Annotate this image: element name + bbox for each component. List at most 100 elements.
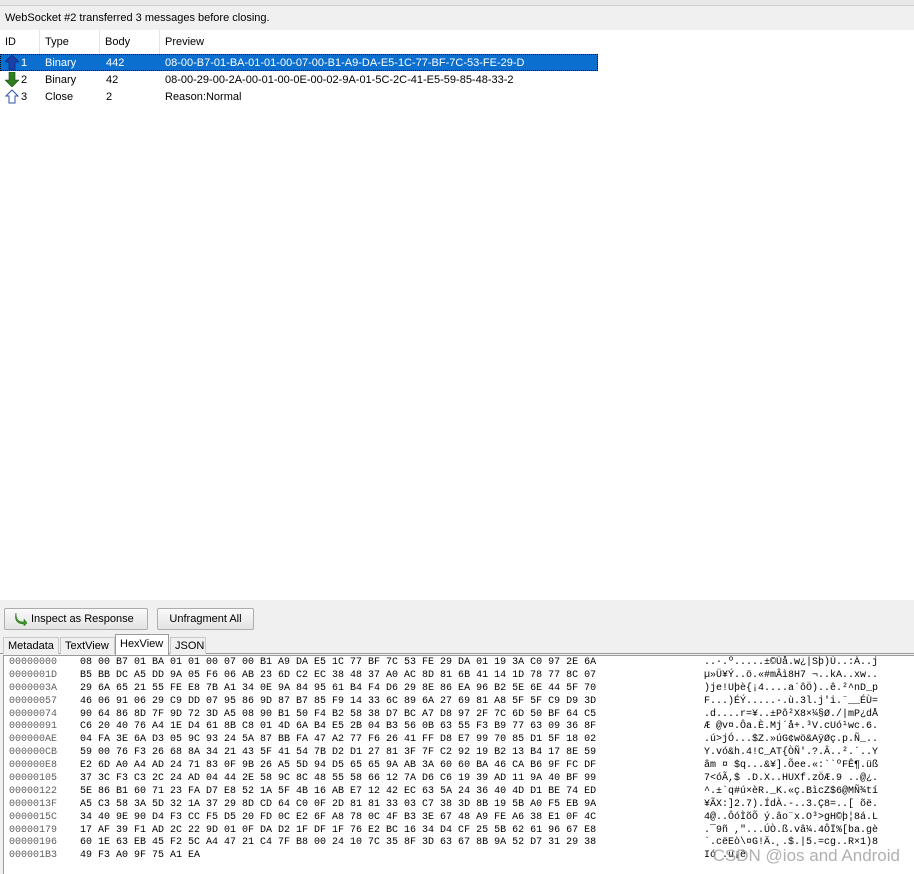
- hex-offset: 00000122: [9, 785, 58, 797]
- hex-row: 000000AE 04 FA 3E 6A D3 05 9C 93 24 5A 87…: [4, 733, 914, 746]
- message-preview: Reason:Normal: [165, 91, 242, 103]
- column-header-type[interactable]: Type: [40, 30, 100, 54]
- hex-offset: 000000E8: [9, 760, 58, 772]
- table-row[interactable]: 1 Binary 442 08-00-B7-01-BA-01-01-00-07-…: [0, 54, 598, 71]
- hex-ascii: .d....r=¥..±Pô²X8×¼§Ø./|mP¿dÅ: [704, 708, 879, 720]
- hex-offset: 00000105: [9, 773, 58, 785]
- hex-row: 00000122 5E 86 B1 60 71 23 FA D7 E8 52 1A…: [4, 785, 914, 798]
- inspect-as-response-button[interactable]: Inspect as Response: [4, 608, 148, 630]
- hex-view[interactable]: 00000000 08 00 B7 01 BA 01 01 00 07 00 B1…: [3, 655, 914, 874]
- message-body-size: 2: [106, 91, 113, 103]
- hex-row: 00000074 90 64 86 8D 7F 9D 72 3D A5 08 90…: [4, 708, 914, 721]
- hex-bytes: 59 00 76 F3 26 68 8A 34 21 43 5F 41 54 7…: [80, 747, 597, 759]
- unfragment-all-button[interactable]: Unfragment All: [157, 608, 254, 630]
- hex-offset: 000001B3: [9, 850, 58, 862]
- tab-metadata[interactable]: Metadata: [3, 637, 59, 654]
- messages-table: ID Type Body Preview 1 Binary 442 08-00-…: [0, 30, 598, 105]
- inspect-button-label: Inspect as Response: [31, 613, 134, 625]
- hex-bytes: 5E 86 B1 60 71 23 FA D7 E8 52 1A 5F 4B 1…: [80, 785, 597, 797]
- hex-bytes: 08 00 B7 01 BA 01 01 00 07 00 B1 A9 DA E…: [80, 657, 597, 668]
- column-header-id[interactable]: ID: [0, 30, 40, 54]
- hex-offset: 0000003A: [9, 682, 58, 694]
- message-id: 1: [21, 57, 28, 69]
- message-type: Binary: [45, 74, 77, 86]
- message-preview: 08-00-29-00-2A-00-01-00-0E-00-02-9A-01-5…: [165, 74, 514, 86]
- hex-ascii: .ú>jÓ...$Z.»úG¢wö&AÿØç.p.Ñ_..: [704, 734, 879, 746]
- hex-bytes: C6 20 40 76 A4 1E D4 61 8B C8 01 4D 6A B…: [80, 721, 597, 733]
- hex-bytes: 49 F3 A0 9F 75 A1 EA: [80, 850, 201, 862]
- hex-ascii: 4@..ÔóÌõÕ ý.âo¨x.O³>gH©þ¦8á.L: [704, 811, 879, 823]
- inspect-arrow-icon: [15, 612, 27, 626]
- messages-panel: ID Type Body Preview 1 Binary 442 08-00-…: [0, 30, 914, 600]
- hex-row: 00000000 08 00 B7 01 BA 01 01 00 07 00 B1…: [4, 656, 914, 669]
- hex-row: 00000179 17 AF 39 F1 AD 2C 22 9D 01 0F DA…: [4, 824, 914, 837]
- tab-hexview[interactable]: HexView: [115, 634, 169, 655]
- watermark: CSDN @ios and Android: [712, 846, 900, 865]
- hex-ascii: Æ @v¤.Ôa.È.Mj´å+.³V.cUó¹wc.6.: [704, 721, 879, 733]
- hex-ascii: ¥ÃX:]2.7).ÍdÀ.-..3.Ç8=..[ õë.: [704, 798, 879, 810]
- hex-row: 00000057 46 06 91 06 29 C9 DD 07 95 86 9D…: [4, 695, 914, 708]
- info-bar: WebSocket #2 transferred 3 messages befo…: [0, 6, 914, 30]
- message-body-size: 42: [106, 74, 119, 86]
- hex-bytes: 29 6A 65 21 55 FE E8 7B A1 34 0E 9A 84 9…: [80, 682, 597, 694]
- down-arrow-icon: [5, 72, 19, 87]
- close-arrow-icon: [5, 89, 19, 104]
- hex-row: 00000091 C6 20 40 76 A4 1E D4 61 8B C8 01…: [4, 720, 914, 733]
- hex-offset: 0000013F: [9, 798, 58, 810]
- hex-bytes: 34 40 9E 90 D4 F3 CC F5 D5 20 FD 0C E2 6…: [80, 811, 597, 823]
- tab-textview[interactable]: TextView: [60, 637, 115, 654]
- action-bar: Inspect as Response Unfragment All: [0, 604, 914, 634]
- hex-offset: 00000196: [9, 837, 58, 849]
- hex-bytes: 60 1E 63 EB 45 F2 5C A4 47 21 C4 7F B8 0…: [80, 837, 597, 849]
- hex-offset: 00000057: [9, 695, 58, 707]
- column-header-body[interactable]: Body: [100, 30, 160, 54]
- hex-offset: 00000000: [9, 657, 58, 668]
- hex-bytes: 90 64 86 8D 7F 9D 72 3D A5 08 90 B1 50 F…: [80, 708, 597, 720]
- message-id: 3: [21, 91, 28, 103]
- hex-bytes: 46 06 91 06 29 C9 DD 07 95 86 9D 87 B7 8…: [80, 695, 597, 707]
- hex-row: 0000015C 34 40 9E 90 D4 F3 CC F5 D5 20 FD…: [4, 811, 914, 824]
- hex-bytes: 04 FA 3E 6A D3 05 9C 93 24 5A 87 BB FA 4…: [80, 734, 597, 746]
- hex-bytes: 17 AF 39 F1 AD 2C 22 9D 01 0F DA D2 1F D…: [80, 824, 597, 836]
- unfragment-button-label: Unfragment All: [169, 613, 242, 625]
- message-preview: 08-00-B7-01-BA-01-01-00-07-00-B1-A9-DA-E…: [165, 57, 525, 69]
- hex-ascii: ..·.º.....±©Úå.w¿|Sþ)Ú..:À..j: [704, 657, 879, 668]
- hex-row: 000000CB 59 00 76 F3 26 68 8A 34 21 43 5F…: [4, 746, 914, 759]
- hex-offset: 0000001D: [9, 669, 58, 681]
- hex-ascii: )je!Uþè{¡4....a´ôÖ)..ê.²^nD_p: [704, 682, 879, 694]
- info-text: WebSocket #2 transferred 3 messages befo…: [5, 12, 270, 24]
- hex-bytes: A5 C3 58 3A 5D 32 1A 37 29 8D CD 64 C0 0…: [80, 798, 597, 810]
- column-header-preview[interactable]: Preview: [160, 30, 598, 54]
- hex-offset: 0000015C: [9, 811, 58, 823]
- hex-row: 00000105 37 3C F3 C3 2C 24 AD 04 44 2E 58…: [4, 772, 914, 785]
- hex-offset: 000000AE: [9, 734, 58, 746]
- hex-ascii: F...)ÉÝ.....·.ù.3l.j'i.¨__ÉÙ=: [704, 695, 879, 707]
- message-type: Close: [45, 91, 74, 103]
- hex-ascii: 7<óÃ,$ .D.X..HUXf.zÖÆ.9 ..@¿.: [704, 773, 879, 785]
- hex-bytes: E2 6D A0 A4 AD 24 71 83 0F 9B 26 A5 5D 9…: [80, 760, 597, 772]
- hex-offset: 00000091: [9, 721, 58, 733]
- hex-offset: 00000074: [9, 708, 58, 720]
- hex-row: 0000001D B5 BB DC A5 DD 9A 05 F6 06 AB 23…: [4, 669, 914, 682]
- hex-offset: 00000179: [9, 824, 58, 836]
- hex-bytes: 37 3C F3 C3 2C 24 AD 04 44 2E 58 9C 8C 4…: [80, 773, 597, 785]
- hex-ascii: .¯9ñ ,"...ÚÒ.ß.vâ¼.4ÔÏ%[ba.gè: [704, 824, 879, 836]
- view-tabs: Metadata TextView HexView JSON: [0, 634, 914, 655]
- hex-offset: 000000CB: [9, 747, 58, 759]
- message-body-size: 442: [106, 57, 125, 69]
- hex-row: 0000013F A5 C3 58 3A 5D 32 1A 37 29 8D CD…: [4, 798, 914, 811]
- tab-json[interactable]: JSON: [170, 637, 206, 654]
- message-id: 2: [21, 74, 28, 86]
- hex-ascii: âm ¤ $q...&¥].Õee.«:``ºFÊ¶.üß: [704, 760, 879, 772]
- table-row[interactable]: 3 Close 2 Reason:Normal: [0, 88, 598, 105]
- hex-row: 000000E8 E2 6D A0 A4 AD 24 71 83 0F 9B 26…: [4, 759, 914, 772]
- table-row[interactable]: 2 Binary 42 08-00-29-00-2A-00-01-00-0E-0…: [0, 71, 598, 88]
- message-type: Binary: [45, 57, 77, 69]
- hex-bytes: B5 BB DC A5 DD 9A 05 F6 06 AB 23 6D C2 E…: [80, 669, 597, 681]
- table-header: ID Type Body Preview: [0, 30, 598, 54]
- hex-ascii: Y.vó&h.4!C_AT{ÒÑ'.?.Â..².´..Y: [704, 747, 879, 759]
- hex-ascii: ^.±`q#ú×èR._K.«ç.BìcZ$6@MÑ¾tí: [704, 785, 879, 797]
- hex-ascii: µ»Ü¥Ý..ö.«#mÂì8H7 ¬..kA..xw..: [704, 669, 879, 681]
- hex-row: 0000003A 29 6A 65 21 55 FE E8 7B A1 34 0E…: [4, 682, 914, 695]
- up-arrow-icon: [5, 55, 19, 70]
